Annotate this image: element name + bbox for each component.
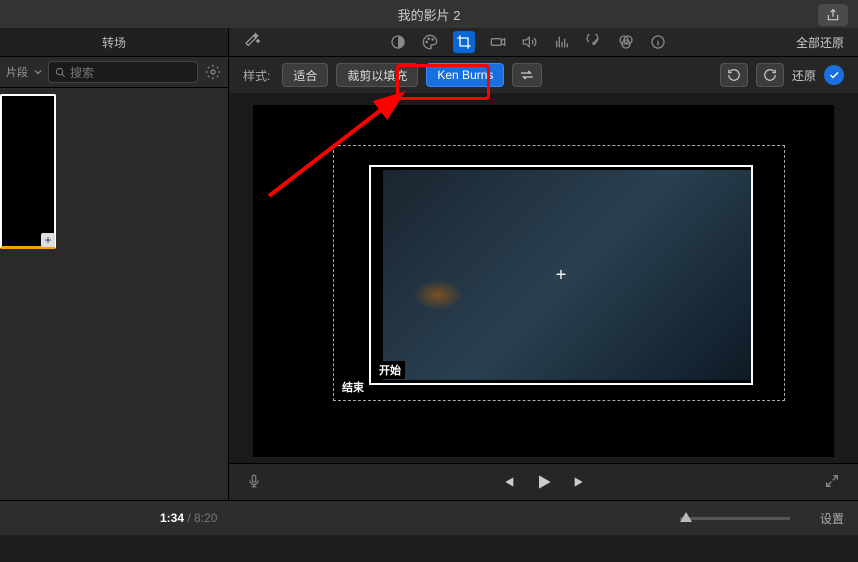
crop-tab[interactable] bbox=[453, 31, 475, 53]
speed-icon bbox=[586, 34, 602, 50]
swap-start-end-button[interactable] bbox=[512, 63, 542, 87]
rotate-cw-button[interactable] bbox=[756, 63, 784, 87]
info-tab[interactable] bbox=[649, 33, 667, 51]
corner-handle-br[interactable] bbox=[737, 369, 753, 385]
clip-thumbnail[interactable]: + bbox=[0, 94, 56, 249]
mic-icon bbox=[247, 472, 261, 490]
style-label: 样式: bbox=[243, 67, 270, 84]
tab-label: 转场 bbox=[102, 34, 126, 51]
rotate-cw-icon bbox=[763, 68, 777, 82]
color-correction-tab[interactable] bbox=[421, 33, 439, 51]
crop-style-row: 样式: 适合 裁剪以填充 Ken Burns 还原 bbox=[229, 57, 858, 93]
inspector-toolbar: 全部还原 bbox=[229, 28, 858, 57]
info-icon bbox=[650, 34, 666, 50]
apply-button[interactable] bbox=[824, 65, 844, 85]
clip-browser: + bbox=[0, 88, 228, 500]
prev-icon[interactable] bbox=[500, 474, 516, 490]
filter-icon bbox=[618, 34, 634, 50]
segment-label: 片段 bbox=[6, 64, 28, 80]
transitions-tab[interactable]: 转场 bbox=[0, 28, 228, 57]
plus-icon: + bbox=[44, 233, 51, 247]
ken-burns-button[interactable]: Ken Burns bbox=[426, 63, 504, 87]
transport-bar bbox=[229, 463, 858, 500]
wand-icon bbox=[243, 32, 261, 50]
gear-icon bbox=[205, 64, 221, 80]
crop-icon bbox=[456, 34, 472, 50]
next-icon[interactable] bbox=[572, 474, 588, 490]
zoom-handle[interactable] bbox=[680, 512, 692, 522]
revert-button[interactable]: 还原 bbox=[792, 67, 816, 84]
project-title: 我的影片 2 bbox=[398, 5, 461, 24]
start-label: 开始 bbox=[375, 361, 405, 379]
time-display: 1:34 / 8:20 bbox=[160, 511, 217, 525]
titlebar: 我的影片 2 bbox=[0, 0, 858, 28]
inspector-tabs bbox=[389, 31, 667, 53]
search-row: 片段 搜索 bbox=[0, 57, 228, 88]
speed-tab[interactable] bbox=[585, 33, 603, 51]
share-button[interactable] bbox=[818, 4, 848, 26]
palette-icon bbox=[422, 34, 438, 50]
auto-enhance[interactable] bbox=[243, 32, 261, 53]
voiceover-button[interactable] bbox=[247, 472, 261, 493]
playback-controls bbox=[500, 472, 588, 492]
contrast-icon bbox=[390, 34, 406, 50]
swap-icon bbox=[519, 69, 535, 81]
ken-burns-start-frame[interactable]: + 开始 bbox=[369, 165, 753, 385]
timeline-bar: 1:34 / 8:20 设置 bbox=[0, 500, 858, 535]
filter-tab[interactable] bbox=[617, 33, 635, 51]
eq-icon bbox=[554, 34, 570, 50]
share-icon bbox=[826, 8, 840, 22]
revert-all-button[interactable]: 全部还原 bbox=[796, 34, 844, 51]
corner-handle-tl[interactable] bbox=[369, 165, 385, 181]
rotate-ccw-button[interactable] bbox=[720, 63, 748, 87]
preview-viewer[interactable]: 结束 + 开始 bbox=[253, 105, 834, 457]
zoom-slider[interactable] bbox=[680, 517, 790, 520]
add-clip-button[interactable]: + bbox=[41, 233, 55, 247]
noise-reduction-tab[interactable] bbox=[553, 33, 571, 51]
corner-handle-tr[interactable] bbox=[737, 165, 753, 181]
fit-button[interactable]: 适合 bbox=[282, 63, 328, 87]
camera-icon bbox=[490, 34, 506, 50]
stabilization-tab[interactable] bbox=[489, 33, 507, 51]
chevron-down-icon[interactable] bbox=[34, 68, 42, 76]
expand-icon bbox=[824, 473, 840, 489]
settings-button[interactable]: 设置 bbox=[820, 510, 844, 527]
volume-tab[interactable] bbox=[521, 33, 539, 51]
color-balance-tab[interactable] bbox=[389, 33, 407, 51]
zoom-track[interactable] bbox=[680, 517, 790, 520]
search-icon bbox=[55, 67, 66, 78]
main-area: 转场 片段 搜索 + bbox=[0, 28, 858, 500]
search-input[interactable]: 搜索 bbox=[48, 61, 198, 83]
crop-fill-button[interactable]: 裁剪以填充 bbox=[336, 63, 418, 87]
left-panel: 转场 片段 搜索 + bbox=[0, 28, 229, 500]
check-icon bbox=[828, 69, 840, 81]
right-panel: 全部还原 样式: 适合 裁剪以填充 Ken Burns 还原 bbox=[229, 28, 858, 500]
search-placeholder: 搜索 bbox=[70, 64, 94, 81]
audio-icon bbox=[522, 34, 538, 50]
settings-gear[interactable] bbox=[204, 63, 222, 81]
current-time: 1:34 bbox=[160, 511, 184, 525]
duration: / 8:20 bbox=[187, 511, 217, 525]
end-label: 结束 bbox=[338, 378, 368, 396]
fullscreen-button[interactable] bbox=[824, 473, 840, 492]
play-icon[interactable] bbox=[534, 472, 554, 492]
crosshair-icon: + bbox=[556, 265, 567, 286]
rotate-ccw-icon bbox=[727, 68, 741, 82]
